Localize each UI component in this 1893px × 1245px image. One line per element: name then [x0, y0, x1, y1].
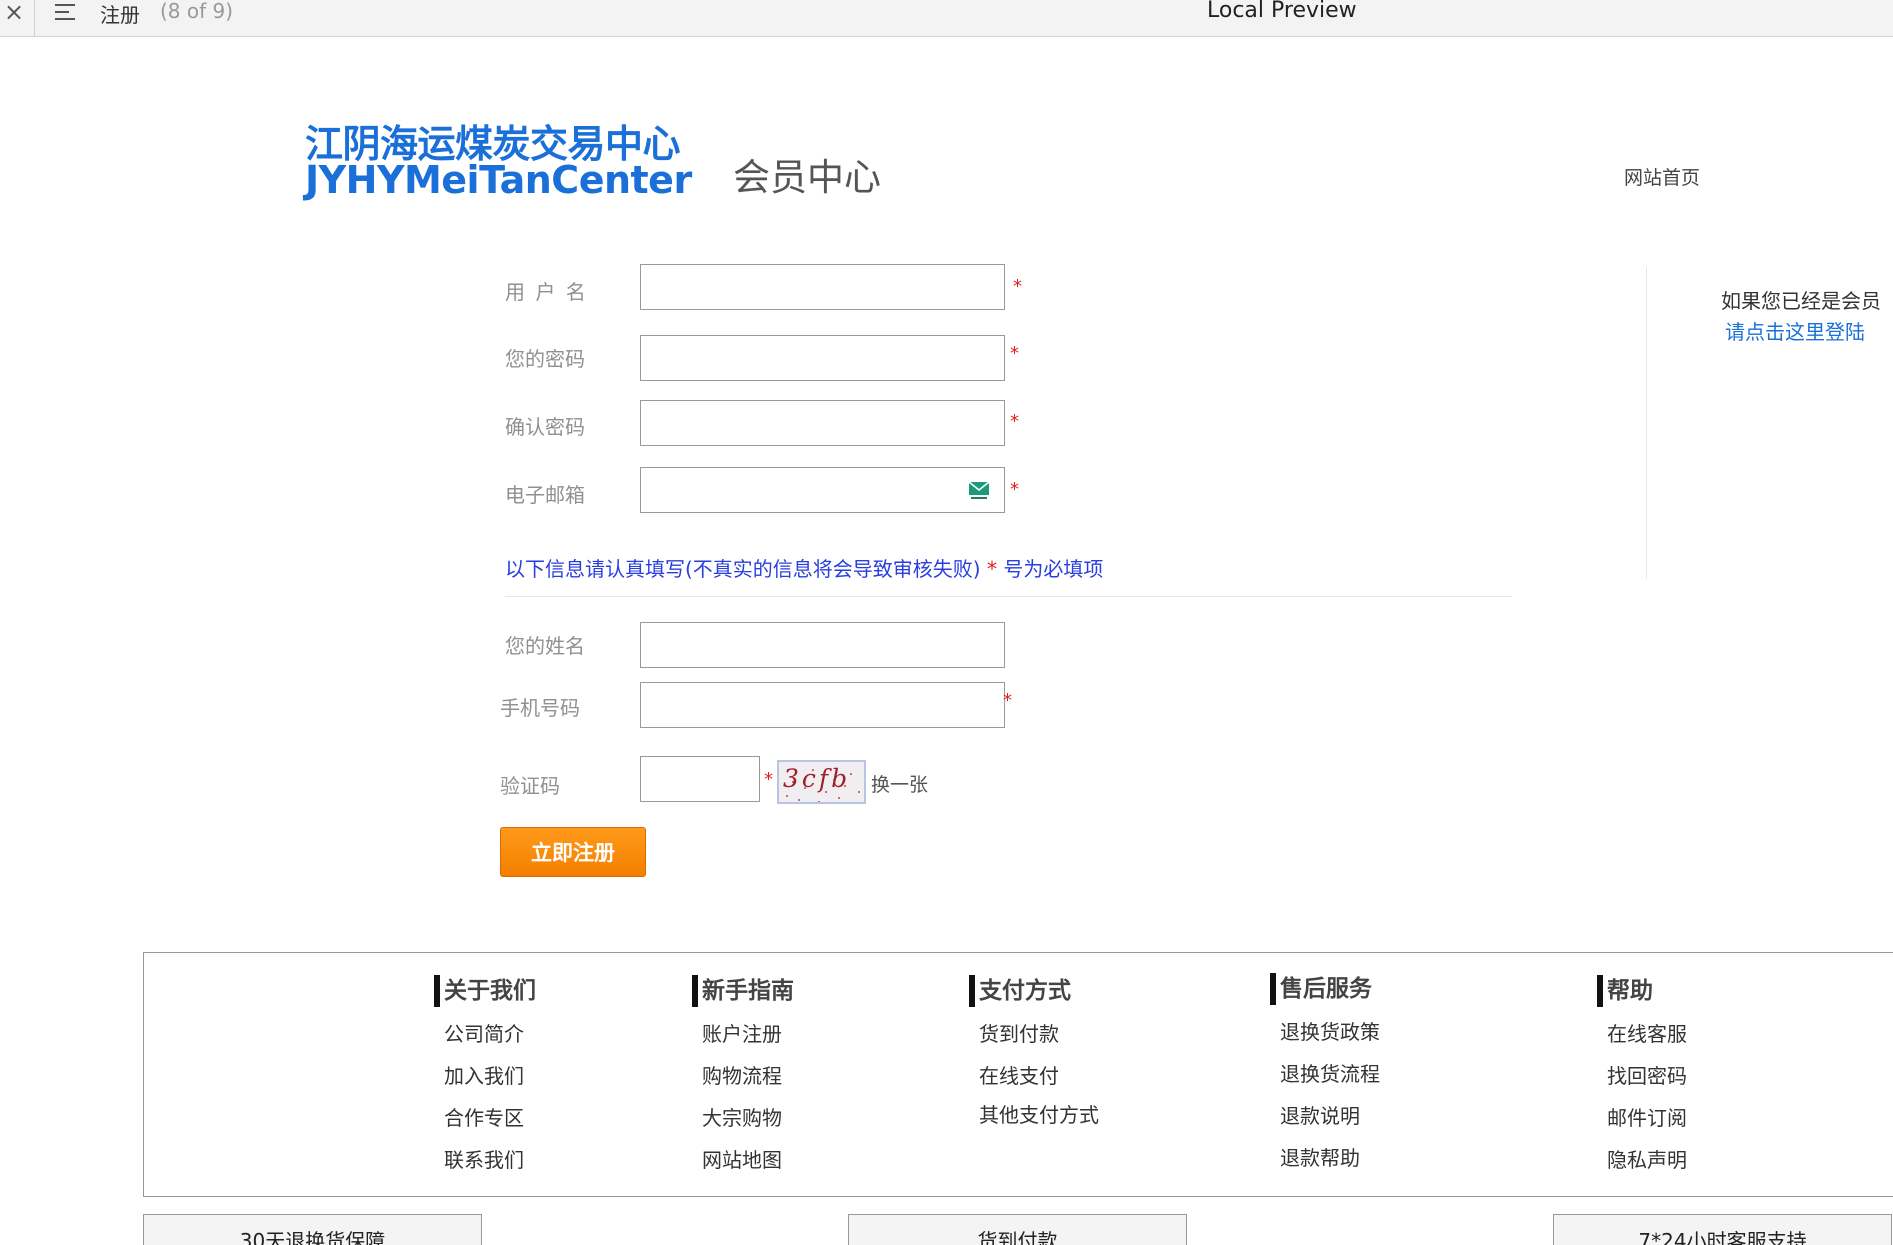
- password-required-mark: *: [1010, 343, 1019, 364]
- footer-link[interactable]: 公司简介: [444, 1013, 536, 1055]
- confirm-password-label: 确认密码: [505, 415, 585, 439]
- email-field[interactable]: [640, 467, 1005, 513]
- footer-column-payment: 支付方式 货到付款 在线支付 其他支付方式: [969, 975, 1099, 1139]
- password-input[interactable]: [640, 335, 1005, 381]
- captcha-image[interactable]: 3cfb: [777, 760, 866, 804]
- footer-column-help: 帮助 在线客服 找回密码 邮件订阅 隐私声明: [1597, 975, 1687, 1181]
- footer-link[interactable]: 其他支付方式: [979, 1097, 1099, 1139]
- username-required-mark: *: [1013, 276, 1022, 297]
- captcha-required-mark: *: [764, 769, 773, 790]
- footer-link[interactable]: 退款说明: [1280, 1095, 1380, 1137]
- footer-link[interactable]: 货到付款: [979, 1013, 1099, 1055]
- footer-link[interactable]: 联系我们: [444, 1139, 536, 1181]
- footer-link[interactable]: 退换货政策: [1280, 1011, 1380, 1053]
- phone-input[interactable]: [640, 682, 1005, 728]
- section-divider: [505, 596, 1512, 597]
- captcha-input[interactable]: [640, 756, 760, 802]
- footer-column-title: 新手指南: [692, 975, 794, 1007]
- footer-link[interactable]: 网站地图: [702, 1139, 794, 1181]
- footer-column-title: 售后服务: [1270, 973, 1380, 1005]
- footer-link[interactable]: 合作专区: [444, 1097, 536, 1139]
- email-label: 电子邮箱: [505, 483, 585, 507]
- login-link[interactable]: 请点击这里登陆: [1725, 316, 1865, 345]
- footer-link[interactable]: 账户注册: [702, 1013, 794, 1055]
- captcha-text: 3cfb: [783, 764, 851, 793]
- menu-icon[interactable]: [55, 2, 81, 22]
- page-title: 会员中心: [733, 156, 881, 199]
- footer-link[interactable]: 退款帮助: [1280, 1137, 1380, 1179]
- password-label: 您的密码: [505, 347, 585, 371]
- footer-column-about: 关于我们 公司简介 加入我们 合作专区 联系我们: [434, 975, 536, 1181]
- member-prompt: 如果您已经是会员: [1721, 289, 1881, 313]
- name-input[interactable]: [640, 622, 1005, 668]
- refresh-captcha-link[interactable]: 换一张: [871, 770, 928, 797]
- footer-link[interactable]: 在线客服: [1607, 1013, 1687, 1055]
- sidebar-divider: [1646, 267, 1647, 579]
- name-label: 您的姓名: [505, 634, 585, 658]
- footer-link[interactable]: 退换货流程: [1280, 1053, 1380, 1095]
- footer-link[interactable]: 在线支付: [979, 1055, 1099, 1097]
- window-title: Local Preview: [1207, 0, 1357, 23]
- footer-column-title: 关于我们: [434, 975, 536, 1007]
- captcha-label: 验证码: [500, 774, 560, 798]
- username-input[interactable]: [640, 264, 1005, 310]
- footer-link[interactable]: 找回密码: [1607, 1055, 1687, 1097]
- toolbar-divider: [34, 0, 35, 36]
- home-link[interactable]: 网站首页: [1624, 163, 1700, 190]
- phone-label: 手机号码: [500, 696, 580, 720]
- document-title: 注册: [100, 3, 140, 27]
- register-button[interactable]: 立即注册: [500, 827, 646, 877]
- phone-required-mark: *: [1003, 690, 1012, 711]
- email-required-mark: *: [1010, 479, 1019, 500]
- confirm-password-input[interactable]: [640, 400, 1005, 446]
- guarantee-badge: 30天退换货保障: [143, 1214, 482, 1245]
- footer-link[interactable]: 隐私声明: [1607, 1139, 1687, 1181]
- notice-tail: 号为必填项: [996, 557, 1104, 581]
- username-label: 用 户 名: [505, 280, 588, 304]
- footer-link[interactable]: 加入我们: [444, 1055, 536, 1097]
- footer-column-title: 帮助: [1597, 975, 1687, 1007]
- confirm-password-required-mark: *: [1010, 411, 1019, 432]
- page-counter: (8 of 9): [160, 0, 234, 23]
- mail-icon: [968, 481, 990, 499]
- footer-link[interactable]: 邮件订阅: [1607, 1097, 1687, 1139]
- form-notice: 以下信息请认真填写(不真实的信息将会导致审核失败) * 号为必填项: [505, 553, 1103, 582]
- site-logo-english[interactable]: JYHYMeiTanCenter: [305, 158, 692, 202]
- close-icon[interactable]: ×: [4, 0, 28, 27]
- notice-text: 以下信息请认真填写(不真实的信息将会导致审核失败): [505, 557, 987, 581]
- notice-required-mark: *: [986, 557, 997, 581]
- footer-column-aftersales: 售后服务 退换货政策 退换货流程 退款说明 退款帮助: [1270, 973, 1380, 1179]
- footer-link[interactable]: 大宗购物: [702, 1097, 794, 1139]
- guarantee-badge: 货到付款: [848, 1214, 1187, 1245]
- preview-toolbar: × 注册 (8 of 9) Local Preview: [0, 0, 1893, 37]
- guarantee-badge: 7*24小时客服支持: [1553, 1214, 1892, 1245]
- footer-column-title: 支付方式: [969, 975, 1099, 1007]
- footer-column-guide: 新手指南 账户注册 购物流程 大宗购物 网站地图: [692, 975, 794, 1181]
- footer-link[interactable]: 购物流程: [702, 1055, 794, 1097]
